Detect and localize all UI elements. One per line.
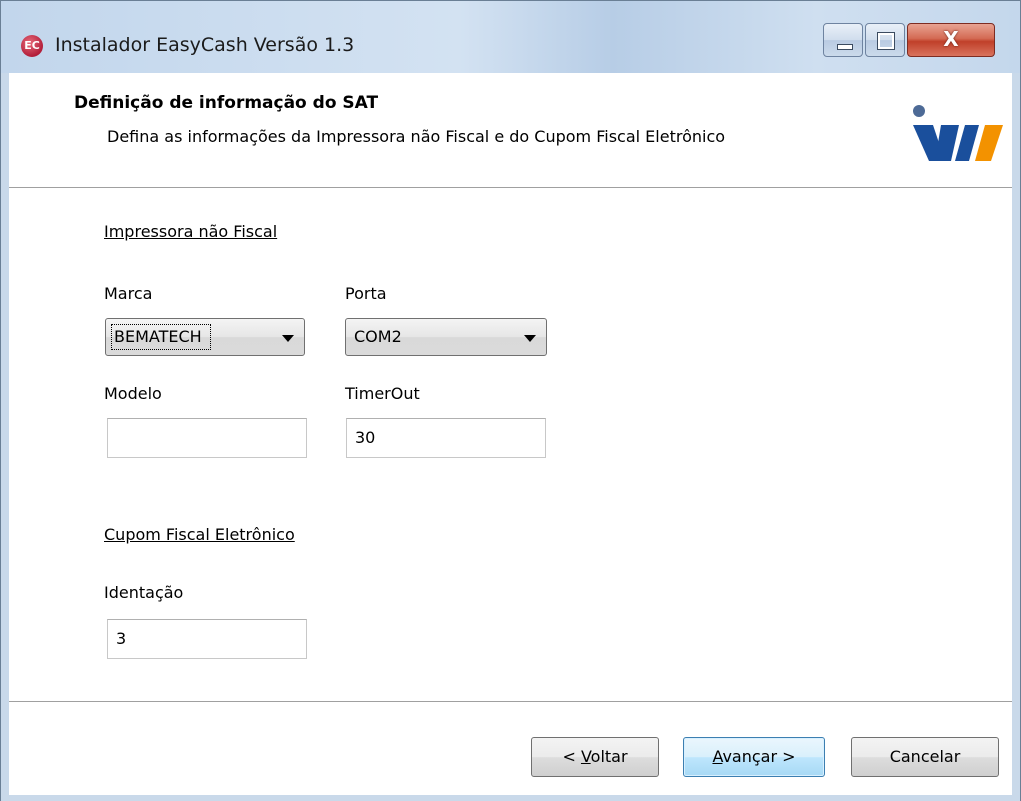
title-bar[interactable]: EC Instalador EasyCash Versão 1.3 X	[1, 1, 1020, 73]
company-logo	[913, 105, 1003, 161]
minimize-icon	[837, 44, 853, 50]
close-button[interactable]: X	[907, 23, 995, 57]
next-button[interactable]: Avançar >	[683, 737, 825, 777]
page-subtitle: Defina as informações da Impressora não …	[107, 127, 726, 146]
wizard-header: Definição de informação do SAT Defina as…	[9, 73, 1012, 188]
maximize-button[interactable]	[865, 23, 905, 57]
minimize-button[interactable]	[823, 23, 863, 57]
next-button-label: vançar >	[722, 747, 796, 766]
wizard-footer: < Voltar Avançar > Cancelar	[9, 702, 1012, 795]
printer-section-heading: Impressora não Fiscal	[104, 222, 278, 241]
modelo-input[interactable]	[107, 418, 307, 458]
chevron-down-icon	[282, 335, 294, 342]
window-title: Instalador EasyCash Versão 1.3	[55, 34, 355, 56]
porta-select-value: COM2	[354, 327, 402, 346]
porta-label: Porta	[345, 284, 387, 303]
marca-select[interactable]: BEMATECH	[105, 318, 305, 356]
wizard-body: Impressora não Fiscal Marca Porta BEMATE…	[9, 188, 1012, 702]
modelo-label: Modelo	[104, 384, 162, 403]
easycash-app-icon[interactable]: EC	[21, 35, 43, 57]
close-icon: X	[943, 27, 959, 51]
window-bottom-border	[1, 795, 1020, 801]
identacao-input[interactable]: 3	[107, 619, 307, 659]
back-button-prefix: <	[562, 747, 581, 766]
installer-window: EC Instalador EasyCash Versão 1.3 X Defi…	[0, 0, 1021, 801]
next-button-accelerator: A	[712, 747, 723, 766]
page-title: Definição de informação do SAT	[74, 93, 379, 113]
cfe-section-heading: Cupom Fiscal Eletrônico	[104, 525, 295, 544]
timerout-input[interactable]: 30	[346, 418, 546, 458]
back-button-label: oltar	[590, 747, 628, 766]
chevron-down-icon	[524, 335, 536, 342]
back-button[interactable]: < Voltar	[531, 737, 659, 777]
cancel-button[interactable]: Cancelar	[851, 737, 999, 777]
marca-label: Marca	[104, 284, 153, 303]
timerout-label: TimerOut	[345, 384, 420, 403]
identacao-label: Identação	[104, 583, 184, 602]
back-button-accelerator: V	[580, 747, 591, 766]
maximize-icon	[877, 32, 895, 50]
marca-select-value: BEMATECH	[111, 324, 211, 350]
porta-select[interactable]: COM2	[345, 318, 547, 356]
